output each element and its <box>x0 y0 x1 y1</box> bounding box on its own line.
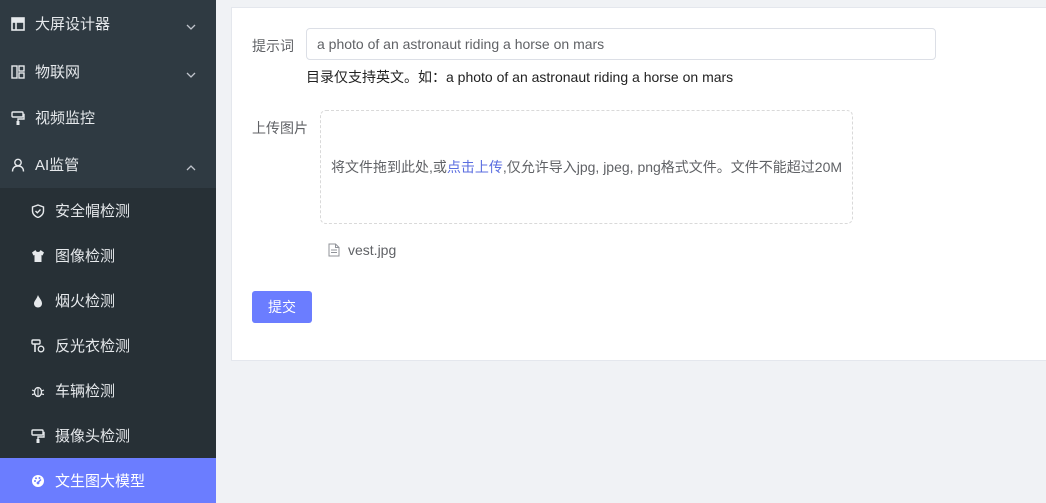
sidebar-item-label: 安全帽检测 <box>55 203 131 220</box>
grid-icon <box>11 64 25 79</box>
roller-icon <box>11 110 25 125</box>
flame-icon <box>31 294 45 308</box>
user-icon <box>11 158 25 172</box>
shield-icon <box>31 203 45 218</box>
sidebar-item-label: 车辆检测 <box>55 383 116 400</box>
upload-hint-after: ,仅允许导入jpg, jpeg, png格式文件。文件不能超过20M <box>502 159 843 175</box>
prompt-tip: 目录仅支持英文。如：a photo of an astronaut riding… <box>306 69 734 85</box>
sidebar-item-label: AI监管 <box>35 157 80 174</box>
upload-dropzone[interactable]: 将文件拖到此处,或 点击上传 ,仅允许导入jpg, jpeg, png格式文件。文件… <box>320 110 853 224</box>
table-icon <box>11 16 25 31</box>
submit-button[interactable]: 提交 <box>252 291 312 323</box>
bug-icon <box>31 384 45 398</box>
sidebar-item-vehicle-detection[interactable]: 车辆检测 <box>0 368 216 413</box>
chevron-up-icon <box>186 160 196 170</box>
roller-icon <box>31 428 45 443</box>
chevron-down-icon <box>186 19 196 30</box>
dashboard-icon <box>31 474 45 488</box>
sidebar-item-iot[interactable]: 物联网 <box>0 49 216 94</box>
sidebar-item-text-to-image[interactable]: 文生图大模型 <box>0 458 216 503</box>
sidebar-item-camera-detection[interactable]: 摄像头检测 <box>0 413 216 458</box>
sidebar-item-label: 摄像头检测 <box>55 428 131 445</box>
sidebar-item-label: 视频监控 <box>35 110 96 127</box>
sidebar-item-vest-detection[interactable]: 反光衣检测 <box>0 323 216 368</box>
upload-label: 上传图片 <box>252 120 308 136</box>
sidebar-item-ai-supervision[interactable]: AI监管 <box>0 142 216 187</box>
sidebar-item-video-monitor[interactable]: 视频监控 <box>0 95 216 140</box>
sidebar-item-label: 文生图大模型 <box>55 473 146 490</box>
chevron-down-icon <box>186 67 196 78</box>
upload-hint-before: 将文件拖到此处,或 <box>330 159 447 175</box>
sidebar-item-screen-designer[interactable]: 大屏设计器 <box>0 1 216 46</box>
sidebar-item-fire-detection[interactable]: 烟火检测 <box>0 278 216 323</box>
upload-link[interactable]: 点击上传 <box>447 157 503 177</box>
brush-icon <box>31 338 45 353</box>
sidebar-item-label: 图像检测 <box>55 248 116 265</box>
sidebar-item-label: 大屏设计器 <box>35 16 111 33</box>
file-name: vest.jpg <box>348 242 397 258</box>
sidebar-item-label: 烟火检测 <box>55 293 116 310</box>
shirt-icon <box>31 249 45 263</box>
sidebar-item-label: 物联网 <box>35 64 81 81</box>
sidebar-item-image-detection[interactable]: 图像检测 <box>0 233 216 278</box>
sidebar: 大屏设计器 物联网 视频监控 AI监管 安全帽检测 图像检测 烟火检测 反光衣检… <box>0 0 216 503</box>
sidebar-item-label: 反光衣检测 <box>55 338 131 355</box>
uploaded-file[interactable]: vest.jpg <box>328 240 396 260</box>
document-icon <box>328 243 340 257</box>
prompt-input[interactable] <box>306 28 936 60</box>
sidebar-item-helmet-detection[interactable]: 安全帽检测 <box>0 188 216 233</box>
prompt-label: 提示词 <box>252 38 294 54</box>
